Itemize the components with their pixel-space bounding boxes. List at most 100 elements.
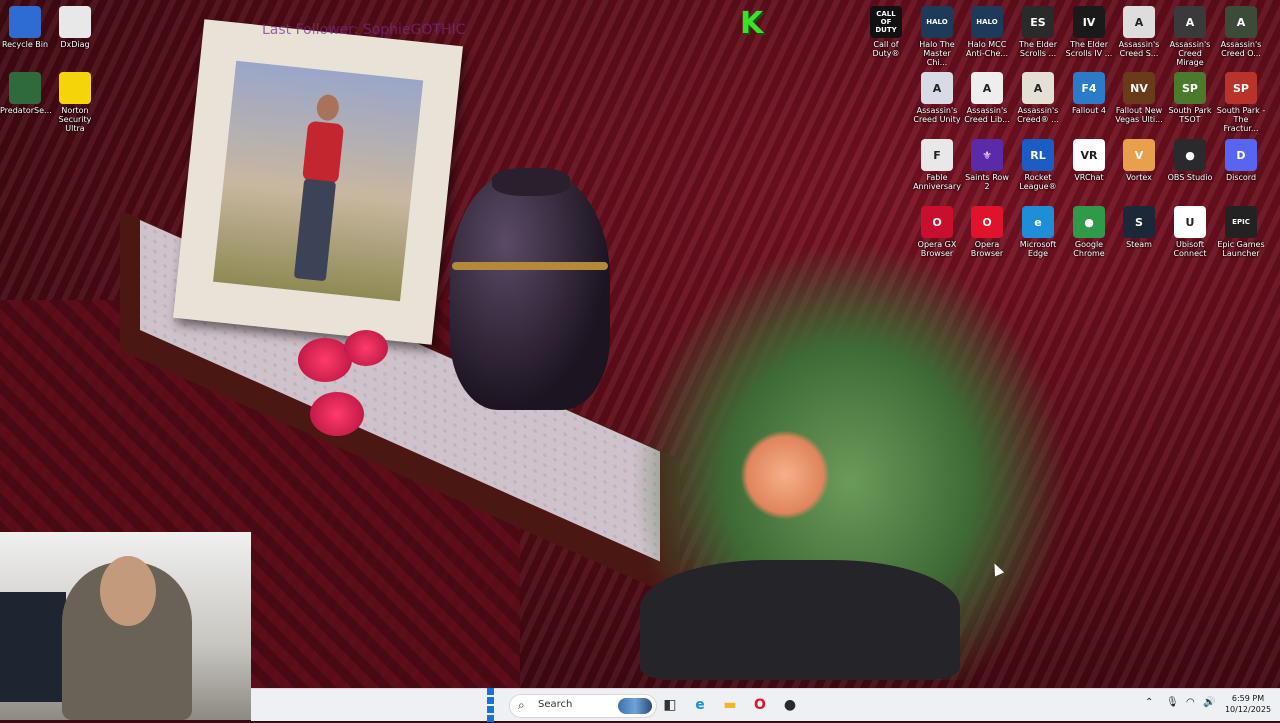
desktop-icon-label: VRChat	[1074, 173, 1104, 182]
file-explorer-icon[interactable]: ▬	[719, 694, 741, 716]
opera-gx-icon: O	[921, 206, 953, 238]
desktop-icon[interactable]: HALO Halo The Master Chi...	[912, 6, 962, 67]
ac-iii-icon: A	[1022, 72, 1054, 104]
desktop-icon[interactable]: F4 Fallout 4	[1064, 72, 1114, 115]
fable-icon: F	[921, 139, 953, 171]
desktop-icon-label: Halo MCC Anti-Che...	[966, 40, 1008, 58]
call-of-duty-icon: CALL OF DUTY	[870, 6, 902, 38]
halo-mcc-icon: HALO	[921, 6, 953, 38]
desktop-icon-label: Call of Duty®	[872, 40, 900, 58]
desktop-icon-label: Fallout 4	[1072, 106, 1106, 115]
desktop-icon-label: Assassin's Creed Lib...	[964, 106, 1010, 124]
desktop-icon[interactable]: V Vortex	[1114, 139, 1164, 182]
elder-scrolls-icon: ES	[1022, 6, 1054, 38]
desktop-icon-label: Ubisoft Connect	[1173, 240, 1207, 258]
desktop-icon[interactable]: F Fable Anniversary	[912, 139, 962, 191]
desktop-icon[interactable]: SP South Park - The Fractur...	[1216, 72, 1266, 133]
urn-lid	[492, 168, 570, 196]
desktop-icon[interactable]: NV Fallout New Vegas Ulti...	[1114, 72, 1164, 124]
document-icon	[59, 6, 91, 38]
desktop-icon-label: Fallout New Vegas Ulti...	[1115, 106, 1163, 124]
desktop-icon-label: Vortex	[1126, 173, 1152, 182]
desktop-icon-label: Saints Row 2	[965, 173, 1009, 191]
desktop-icon-label: OBS Studio	[1167, 173, 1213, 182]
desktop-icon[interactable]: A Assassin's Creed Lib...	[962, 72, 1012, 124]
desktop-icon[interactable]: Recycle Bin	[0, 6, 50, 49]
desktop-icon[interactable]: A Assassin's Creed® ...	[1013, 72, 1063, 124]
desktop-icon[interactable]: ES The Elder Scrolls ...	[1013, 6, 1063, 58]
wifi-icon[interactable]: ◠	[1186, 697, 1195, 708]
desktop-icon-label: Assassin's Creed S...	[1118, 40, 1160, 58]
recycle-bin-icon	[9, 6, 41, 38]
k-logo-overlay: K	[740, 6, 764, 41]
desktop-icon[interactable]: O Opera Browser	[962, 206, 1012, 258]
obs-taskbar-icon[interactable]: ●	[779, 694, 801, 716]
start-button[interactable]	[483, 688, 505, 722]
kalanchoe-flowers	[740, 430, 830, 520]
desktop-icon[interactable]: A Assassin's Creed Unity	[912, 72, 962, 124]
desktop-icon-label: Opera GX Browser	[917, 240, 957, 258]
desktop-icon[interactable]: DxDiag	[50, 6, 100, 49]
search-icon: ⌕	[518, 698, 525, 712]
ac-liberation-icon: A	[971, 72, 1003, 104]
urn-band	[452, 262, 608, 270]
desktop-icon[interactable]: ● Google Chrome	[1064, 206, 1114, 258]
desktop-icon-label: PredatorSe...	[0, 106, 52, 115]
microphone-icon[interactable]: 🎙	[1166, 697, 1179, 708]
opera-taskbar-icon[interactable]: O	[749, 694, 771, 716]
desktop-icon[interactable]: A Assassin's Creed S...	[1114, 6, 1164, 58]
edge-icon: e	[1022, 206, 1054, 238]
chevron-up-icon[interactable]: ⌃	[1145, 697, 1153, 708]
taskbar-search[interactable]: ⌕ Search	[509, 694, 657, 718]
task-view-icon[interactable]: ◧	[659, 694, 681, 716]
urn	[450, 170, 610, 410]
clock-date: 10/12/2025	[1224, 705, 1272, 714]
edge-taskbar-icon[interactable]: e	[689, 694, 711, 716]
desktop-icon[interactable]: VR VRChat	[1064, 139, 1114, 182]
desktop-icon[interactable]: IV The Elder Scrolls IV ...	[1064, 6, 1114, 58]
saints-row-icon: ⚜	[971, 139, 1003, 171]
ac-mirage-icon: A	[1174, 6, 1206, 38]
vortex-icon: V	[1123, 139, 1155, 171]
desktop-icon[interactable]: U Ubisoft Connect	[1165, 206, 1215, 258]
desktop-icon[interactable]: ● OBS Studio	[1165, 139, 1215, 182]
norton-icon	[59, 72, 91, 104]
discord-icon: D	[1225, 139, 1257, 171]
desktop-icon[interactable]: D Discord	[1216, 139, 1266, 182]
search-highlight-image	[618, 698, 652, 714]
ac-unity-icon: A	[921, 72, 953, 104]
desktop-icon[interactable]: CALL OF DUTY Call of Duty®	[861, 6, 911, 58]
desktop-icon[interactable]: Norton Security Ultra	[50, 72, 100, 133]
search-placeholder: Search	[538, 699, 573, 710]
desktop-icon[interactable]: S Steam	[1114, 206, 1164, 249]
assassins-creed-icon: A	[1123, 6, 1155, 38]
desktop-icon[interactable]: SP South Park TSOT	[1165, 72, 1215, 124]
desktop-icon[interactable]: EPIC Epic Games Launcher	[1216, 206, 1266, 258]
desktop-icon-label: Microsoft Edge	[1019, 240, 1057, 258]
desktop-icon-label: Recycle Bin	[1, 40, 49, 49]
desktop-icon-label: The Elder Scrolls IV ...	[1065, 40, 1113, 58]
clock-time: 6:59 PM	[1231, 694, 1265, 703]
desktop-icon-label: Assassin's Creed® ...	[1017, 106, 1059, 124]
desktop-icon[interactable]: HALO Halo MCC Anti-Che...	[962, 6, 1012, 58]
volume-icon[interactable]: 🔊	[1203, 697, 1215, 708]
chrome-icon: ●	[1073, 206, 1105, 238]
epic-games-icon: EPIC	[1225, 206, 1257, 238]
desktop-icon[interactable]: A Assassin's Creed O...	[1216, 6, 1266, 58]
desktop-icon[interactable]: A Assassin's Creed Mirage	[1165, 6, 1215, 67]
desktop-icon[interactable]: ⚜ Saints Row 2	[962, 139, 1012, 191]
taskbar: ⌕ Search ◧ e ▬ O ● ⌃ 🎙 ◠ 🔊 6:59 PM 10/12/2025	[251, 688, 1280, 722]
rocket-league-icon: RL	[1022, 139, 1054, 171]
fallout4-icon: F4	[1073, 72, 1105, 104]
desktop-icon-label: DxDiag	[60, 40, 90, 49]
south-park-tfbw-icon: SP	[1225, 72, 1257, 104]
desktop-icon-label: Google Chrome	[1073, 240, 1105, 258]
desktop-icon-label: Assassin's Creed Unity	[913, 106, 961, 124]
desktop-icon[interactable]: e Microsoft Edge	[1013, 206, 1063, 258]
desktop-icon-label: South Park - The Fractur...	[1216, 106, 1266, 133]
desktop-icon[interactable]: RL Rocket League®	[1013, 139, 1063, 191]
clock[interactable]: 6:59 PM 10/12/2025	[1221, 693, 1275, 715]
desktop-icon-label: The Elder Scrolls ...	[1019, 40, 1057, 58]
desktop-icon[interactable]: PredatorSe...	[0, 72, 52, 115]
desktop-icon[interactable]: O Opera GX Browser	[912, 206, 962, 258]
